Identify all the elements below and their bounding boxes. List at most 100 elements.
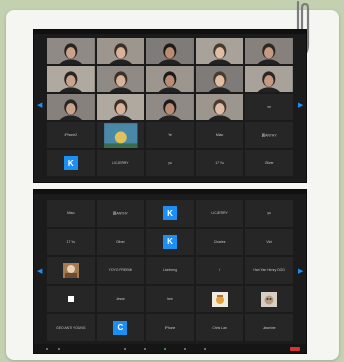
participant-name: Ye	[168, 133, 172, 137]
reactions-icon[interactable]	[204, 348, 206, 350]
participant-video	[47, 94, 95, 120]
participant-name-tile[interactable]: LICJERRY	[195, 200, 244, 227]
participant-name-tile[interactable]: Jasmine	[245, 314, 293, 341]
end-meeting-button[interactable]	[290, 347, 300, 351]
participant-name-tile[interactable]: 鹏ANTHY	[245, 122, 293, 148]
window-topbar	[34, 190, 306, 194]
participant-name-tile[interactable]: iPhone2	[47, 122, 95, 148]
avatar: K	[63, 156, 78, 170]
participant-video	[96, 38, 145, 64]
participant-name: 鹏ANTHY	[112, 211, 128, 216]
next-page-icon[interactable]: ▶	[298, 267, 303, 277]
participant-name-tile[interactable]: YOYO FREEMI	[96, 257, 145, 284]
participant-video-tile[interactable]	[47, 38, 95, 64]
participant-name-tile[interactable]: 17 Yu	[195, 150, 244, 176]
participant-name: Vini	[266, 239, 272, 244]
participant-video-tile[interactable]	[245, 38, 293, 64]
participant-image-tile[interactable]	[47, 257, 95, 284]
participant-name: Jesse	[115, 297, 125, 302]
avatar: K	[162, 234, 177, 249]
participant-video	[195, 94, 244, 120]
participant-name-tile[interactable]: Chris Lan	[195, 314, 244, 341]
profile-picture	[211, 291, 228, 307]
prev-page-icon[interactable]: ◀	[37, 101, 42, 111]
participant-name-tile[interactable]: GEO ANTI YOUNG	[47, 314, 95, 341]
participant-video-tile[interactable]	[146, 38, 194, 64]
participant-name-tile[interactable]: Oliver	[245, 150, 293, 176]
participant-name-tile[interactable]: Jesse	[96, 285, 145, 313]
participant-video-tile[interactable]	[96, 94, 145, 120]
participant-video-tile[interactable]	[195, 66, 244, 92]
participant-name: Oliver	[264, 161, 274, 165]
participant-name: Oliver	[115, 239, 125, 244]
participant-name-tile[interactable]: iPhone	[146, 314, 194, 341]
participant-video-tile[interactable]	[47, 66, 95, 92]
participant-video-tile[interactable]	[47, 94, 95, 120]
video-icon[interactable]	[58, 348, 60, 350]
participant-name-tile[interactable]: LICJERRY	[96, 150, 145, 176]
participant-video	[146, 66, 194, 92]
participant-name: ve	[267, 105, 271, 109]
participant-name: LICJERRY	[211, 211, 228, 216]
avatar: K	[162, 206, 177, 221]
participant-video-tile[interactable]	[195, 38, 244, 64]
participant-name: 17 Yu	[215, 161, 224, 165]
participant-name-tile[interactable]: yu	[245, 200, 293, 227]
chat-icon[interactable]	[144, 348, 146, 350]
participant-name-tile[interactable]: i	[195, 257, 244, 284]
participant-name: Charles	[213, 239, 226, 244]
participant-name: Chris Lan	[212, 325, 227, 330]
participant-video-tile[interactable]	[146, 94, 194, 120]
participant-name: Miao	[215, 133, 224, 137]
participant-name-tile[interactable]: 17 Yu	[47, 228, 95, 256]
participant-image-tile[interactable]	[47, 285, 95, 313]
participant-name: LICJERRY	[112, 161, 129, 165]
participant-name-tile[interactable]: Charles	[195, 228, 244, 256]
participant-name-tile[interactable]: Iree	[146, 285, 194, 313]
participant-name: iPhone2	[64, 133, 78, 137]
participant-video-tile[interactable]	[195, 94, 244, 120]
participant-name-tile[interactable]: yu	[146, 150, 194, 176]
share-screen-icon[interactable]	[164, 348, 166, 350]
participant-image-tile[interactable]	[195, 285, 244, 313]
participant-name: 鹏ANTHY	[261, 133, 277, 138]
participant-name: yu	[267, 211, 271, 216]
participant-name-tile[interactable]: Miao	[195, 122, 244, 148]
participant-video-tile[interactable]	[245, 66, 293, 92]
meeting-screenshot-gallery-2: ◀ ▶ Miao 鹏ANTHY K LICJERRY yu 17 Yu Oliver K Cha…	[33, 189, 307, 354]
participant-name-tile[interactable]: Han Yan Henry DOG	[245, 257, 293, 284]
prev-page-icon[interactable]: ◀	[37, 267, 42, 277]
participant-image-tile[interactable]	[245, 285, 293, 313]
participant-video-tile[interactable]	[146, 66, 194, 92]
participant-name-tile[interactable]: Vini	[245, 228, 293, 256]
participant-name-tile[interactable]: ve	[245, 94, 293, 120]
participant-name-tile[interactable]: Miao	[47, 200, 95, 227]
participant-grid: Miao 鹏ANTHY K LICJERRY yu 17 Yu Oliver K Charles…	[47, 200, 293, 341]
participant-video	[47, 38, 95, 64]
participant-avatar-tile[interactable]: K	[146, 228, 194, 256]
participant-name-tile[interactable]: 鹏ANTHY	[96, 200, 145, 227]
profile-picture	[62, 262, 79, 278]
record-icon[interactable]	[184, 348, 186, 350]
mute-icon[interactable]	[46, 348, 48, 350]
profile-picture	[67, 296, 74, 303]
participants-icon[interactable]	[124, 348, 126, 350]
meeting-screenshot-gallery-1: ◀ ▶ ve iPhone2 Ye Miao 鹏ANTHY K LICJERRY yu 17 Y…	[33, 29, 307, 183]
next-page-icon[interactable]: ▶	[298, 101, 303, 111]
participant-name-tile[interactable]: Oliver	[96, 228, 145, 256]
participant-video-tile[interactable]	[96, 38, 145, 64]
participant-avatar-tile[interactable]: K	[146, 200, 194, 227]
participant-video-tile[interactable]	[96, 66, 145, 92]
participant-video	[146, 94, 194, 120]
participant-name-tile[interactable]: Ye	[146, 122, 194, 148]
participant-image-tile[interactable]	[96, 122, 145, 148]
participant-name: Jasmine	[262, 325, 276, 330]
participant-avatar-tile[interactable]: K	[47, 150, 95, 176]
participant-video	[195, 66, 244, 92]
participant-name: GEO ANTI YOUNG	[56, 325, 86, 330]
participant-name-tile[interactable]: Lionheng	[146, 257, 194, 284]
participant-video	[96, 66, 145, 92]
participant-video	[96, 94, 145, 120]
participant-name: YOYO FREEMI	[108, 268, 133, 273]
participant-avatar-tile[interactable]: C	[96, 314, 145, 341]
